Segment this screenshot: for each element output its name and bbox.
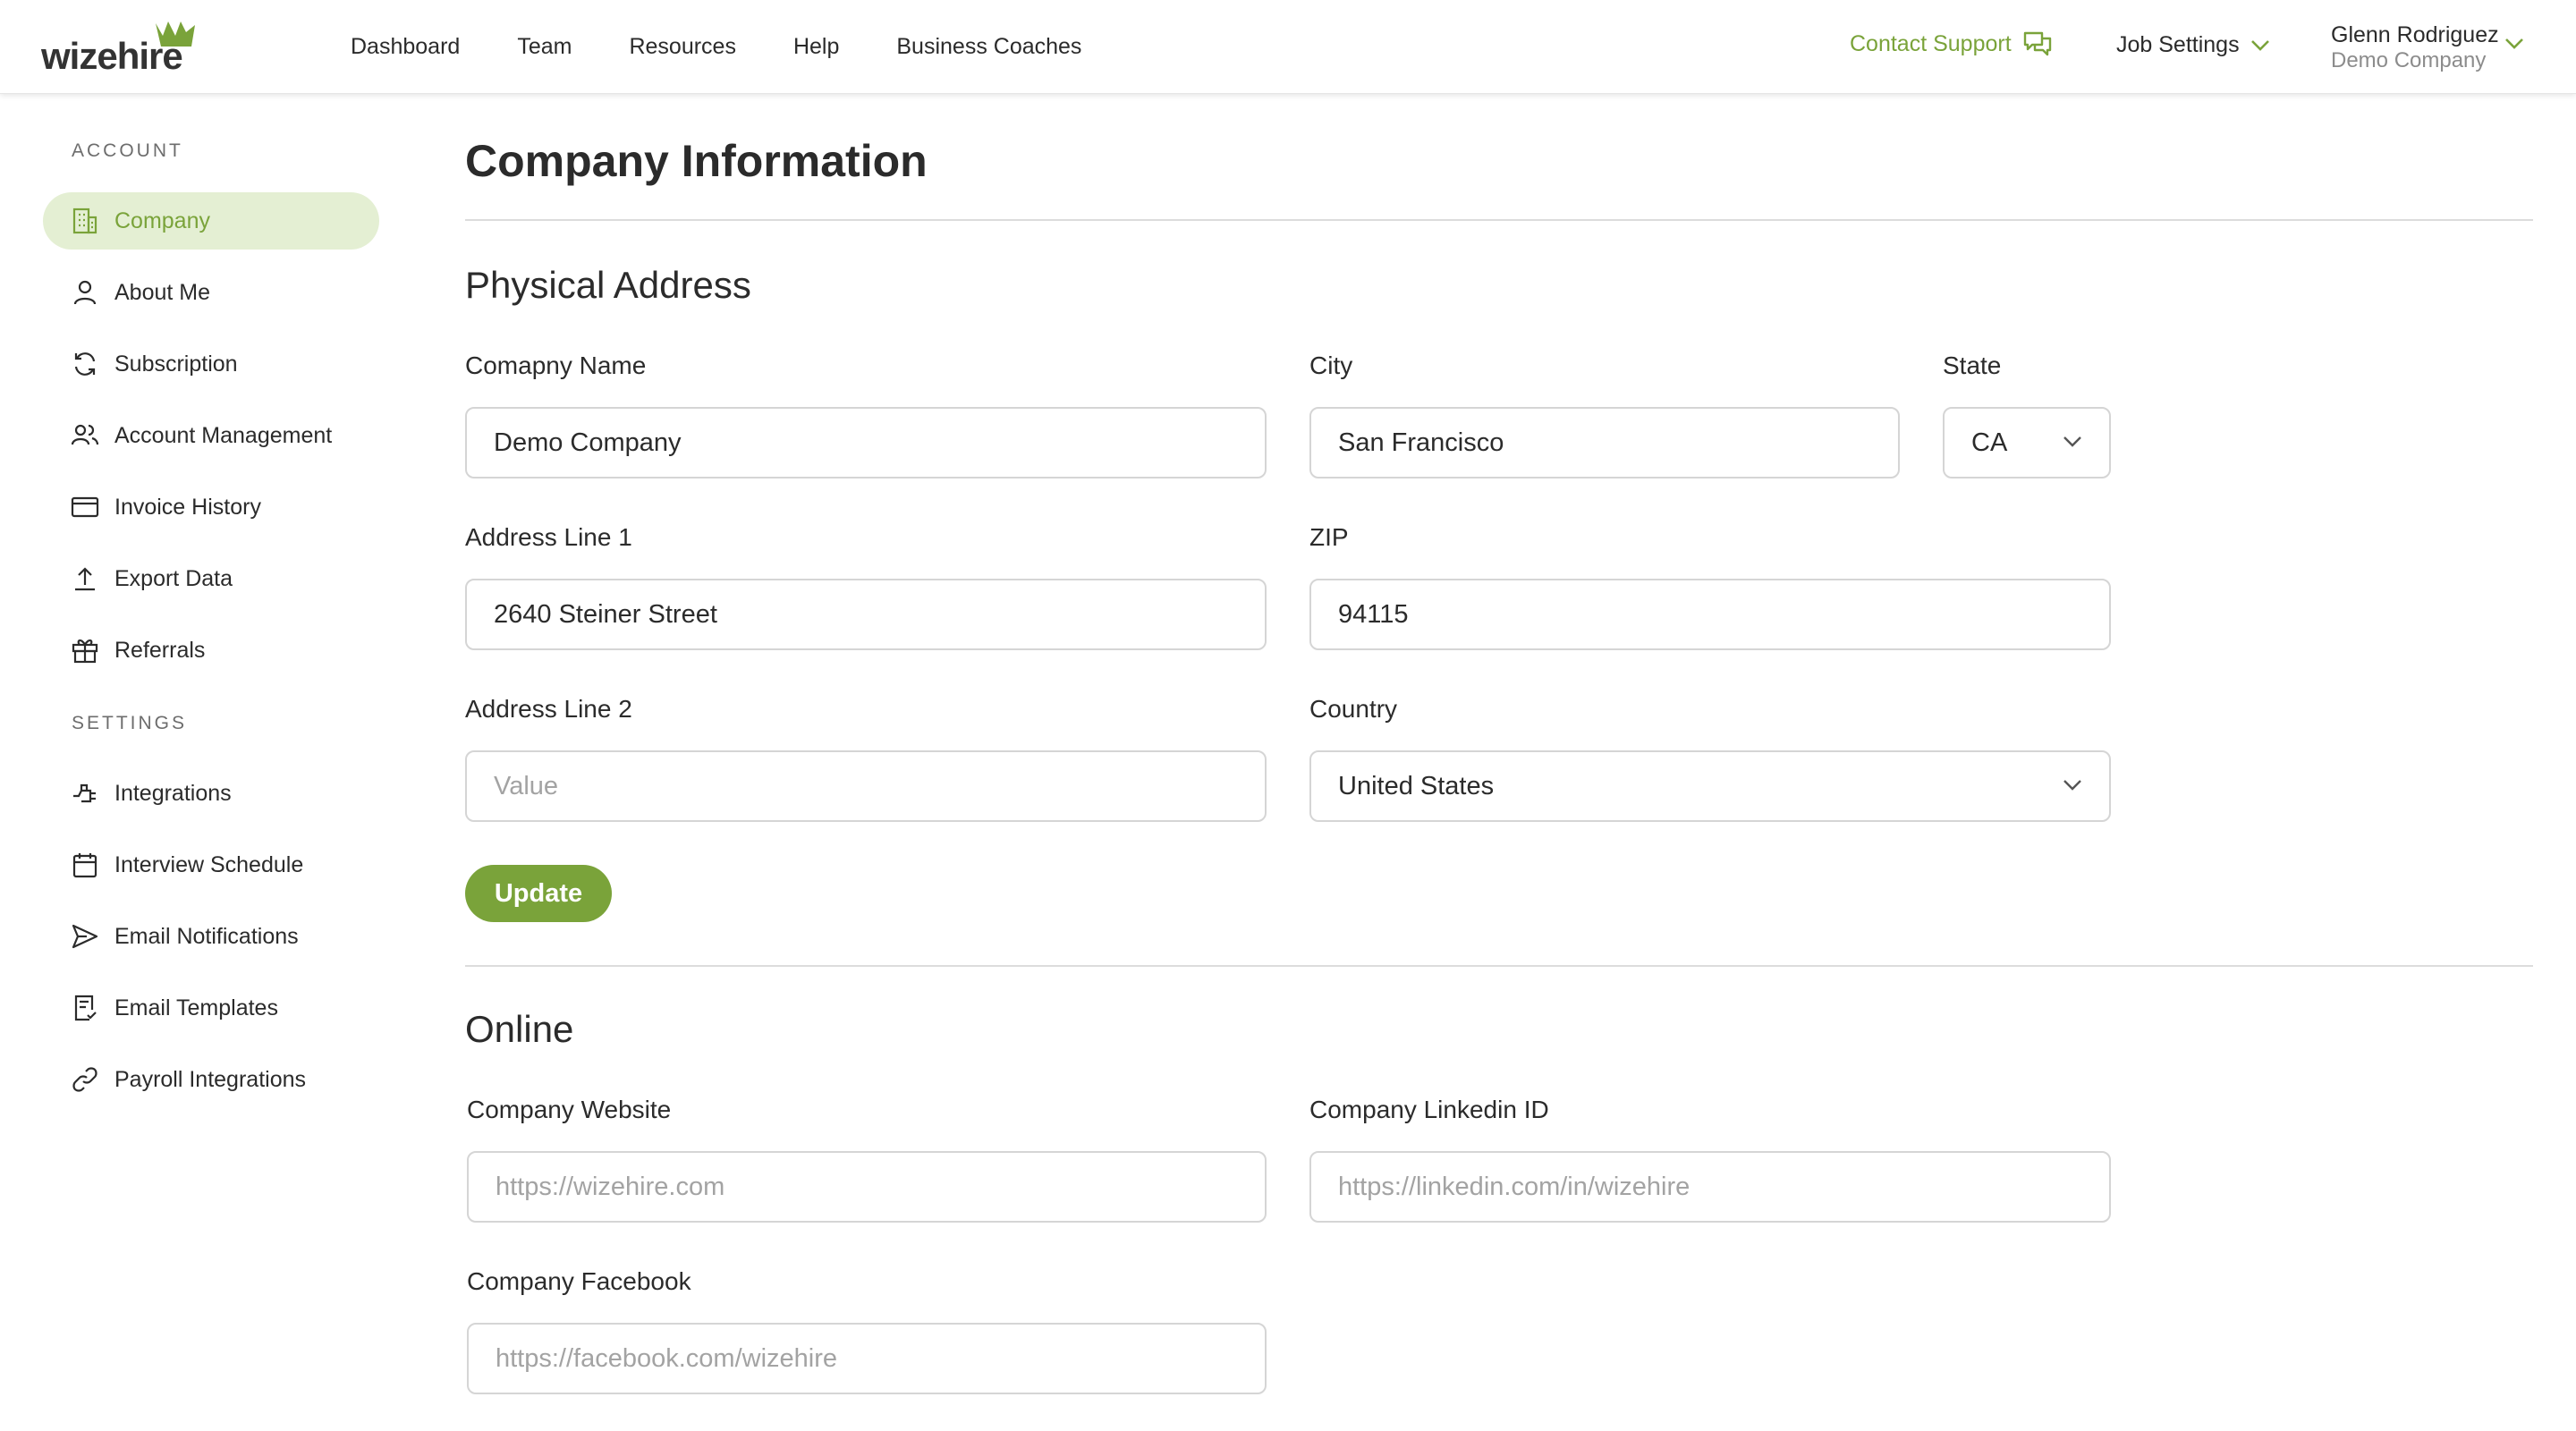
company-linkedin-field[interactable]: [1309, 1151, 2111, 1223]
link-icon: [70, 1064, 100, 1095]
page-title: Company Information: [465, 136, 928, 186]
address-line-2-input[interactable]: [494, 771, 1238, 801]
address-line-1-field[interactable]: [465, 579, 1267, 650]
users-icon: [70, 420, 100, 451]
sidebar-item-subscription[interactable]: Subscription: [43, 335, 379, 393]
zip-input[interactable]: [1338, 599, 2082, 630]
state-value: CA: [1971, 428, 2008, 457]
chevron-down-icon: [2063, 780, 2081, 791]
logo-leaf-icon: [156, 21, 195, 47]
wizehire-logo[interactable]: wizehire: [41, 20, 195, 75]
title-divider: [465, 219, 2533, 221]
main-nav: Dashboard Team Resources Help Business C…: [351, 34, 1139, 60]
plug-icon: [70, 778, 100, 809]
address-line-2-label: Address Line 2: [465, 695, 632, 723]
address-line-1-label: Address Line 1: [465, 523, 632, 551]
company-linkedin-label: Company Linkedin ID: [1309, 1096, 1549, 1123]
credit-card-icon: [70, 492, 100, 522]
company-linkedin-input[interactable]: [1338, 1172, 2082, 1202]
refresh-icon: [70, 349, 100, 379]
calendar-icon: [70, 850, 100, 880]
sidebar-item-label: Interview Schedule: [114, 851, 304, 877]
gift-icon: [70, 635, 100, 665]
sidebar-item-label: Account Management: [114, 422, 333, 448]
state-select[interactable]: CA: [1943, 407, 2111, 478]
sidebar-item-referrals[interactable]: Referrals: [43, 622, 379, 679]
sidebar-item-label: Integrations: [114, 780, 232, 806]
company-website-input[interactable]: [496, 1172, 1238, 1202]
sidebar-item-label: Subscription: [114, 351, 238, 377]
sidebar-item-label: Company: [114, 207, 210, 233]
sidebar-item-label: Invoice History: [114, 494, 261, 520]
nav-resources[interactable]: Resources: [629, 34, 736, 60]
building-icon: [70, 206, 100, 236]
user-icon: [70, 277, 100, 308]
contact-support-link[interactable]: Contact Support: [1850, 30, 2053, 57]
address-line-1-input[interactable]: [494, 599, 1238, 630]
section-divider: [465, 965, 2533, 967]
sidebar-item-about-me[interactable]: About Me: [43, 264, 379, 321]
user-company: Demo Company: [2331, 48, 2487, 72]
contact-support-label: Contact Support: [1850, 30, 2012, 56]
user-menu[interactable]: Glenn Rodriguez Demo Company: [2331, 21, 2499, 73]
city-label: City: [1309, 351, 1353, 379]
company-name-input[interactable]: [494, 428, 1238, 458]
settings-heading: SETTINGS: [72, 713, 188, 733]
zip-field[interactable]: [1309, 579, 2111, 650]
address-line-2-field[interactable]: [465, 750, 1267, 822]
sidebar-item-invoice-history[interactable]: Invoice History: [43, 478, 379, 536]
send-icon: [70, 921, 100, 952]
sidebar-item-label: Email Notifications: [114, 923, 299, 949]
user-chevron-down-icon[interactable]: [2504, 38, 2524, 50]
nav-help[interactable]: Help: [793, 34, 839, 60]
sidebar-item-company[interactable]: Company: [43, 192, 379, 250]
company-facebook-label: Company Facebook: [467, 1267, 691, 1295]
sidebar-item-interview-schedule[interactable]: Interview Schedule: [43, 836, 379, 893]
city-input[interactable]: [1338, 428, 1871, 458]
chevron-down-icon: [2063, 436, 2081, 447]
company-name-field[interactable]: [465, 407, 1267, 478]
chat-bubbles-icon: [2023, 31, 2051, 56]
job-settings-label: Job Settings: [2116, 32, 2240, 57]
nav-business-coaches[interactable]: Business Coaches: [896, 34, 1081, 60]
sidebar-item-label: Referrals: [114, 637, 206, 663]
upload-icon: [70, 563, 100, 594]
company-facebook-field[interactable]: [467, 1323, 1267, 1394]
city-field[interactable]: [1309, 407, 1900, 478]
company-website-field[interactable]: [467, 1151, 1267, 1223]
sidebar-item-label: Export Data: [114, 565, 233, 591]
chevron-down-icon: [2250, 39, 2269, 51]
company-name-label: Comapny Name: [465, 351, 647, 379]
job-settings-dropdown[interactable]: Job Settings: [2116, 32, 2270, 58]
sidebar-item-email-notifications[interactable]: Email Notifications: [43, 908, 379, 965]
state-label: State: [1943, 351, 2002, 379]
sidebar-item-integrations[interactable]: Integrations: [43, 765, 379, 822]
sidebar-item-label: Email Templates: [114, 995, 278, 1020]
user-name: Glenn Rodriguez: [2331, 22, 2499, 47]
sidebar-item-label: Payroll Integrations: [114, 1066, 307, 1092]
sidebar-item-email-templates[interactable]: Email Templates: [43, 979, 379, 1037]
sidebar-item-account-management[interactable]: Account Management: [43, 407, 379, 464]
nav-team[interactable]: Team: [517, 34, 572, 60]
document-check-icon: [70, 993, 100, 1023]
sidebar-item-payroll-integrations[interactable]: Payroll Integrations: [43, 1051, 379, 1108]
country-label: Country: [1309, 695, 1398, 723]
online-title: Online: [465, 1008, 574, 1050]
country-value: United States: [1338, 771, 1495, 800]
sidebar-item-export-data[interactable]: Export Data: [43, 550, 379, 607]
sidebar-item-label: About Me: [114, 279, 211, 305]
physical-address-title: Physical Address: [465, 264, 751, 306]
account-heading: ACCOUNT: [72, 140, 183, 161]
nav-dashboard[interactable]: Dashboard: [351, 34, 460, 60]
country-select[interactable]: United States: [1309, 750, 2111, 822]
company-website-label: Company Website: [467, 1096, 672, 1123]
top-header: wizehire Dashboard Team Resources Help B…: [0, 0, 2576, 94]
company-facebook-input[interactable]: [496, 1343, 1238, 1374]
update-button[interactable]: Update: [465, 865, 612, 922]
zip-label: ZIP: [1309, 523, 1349, 551]
